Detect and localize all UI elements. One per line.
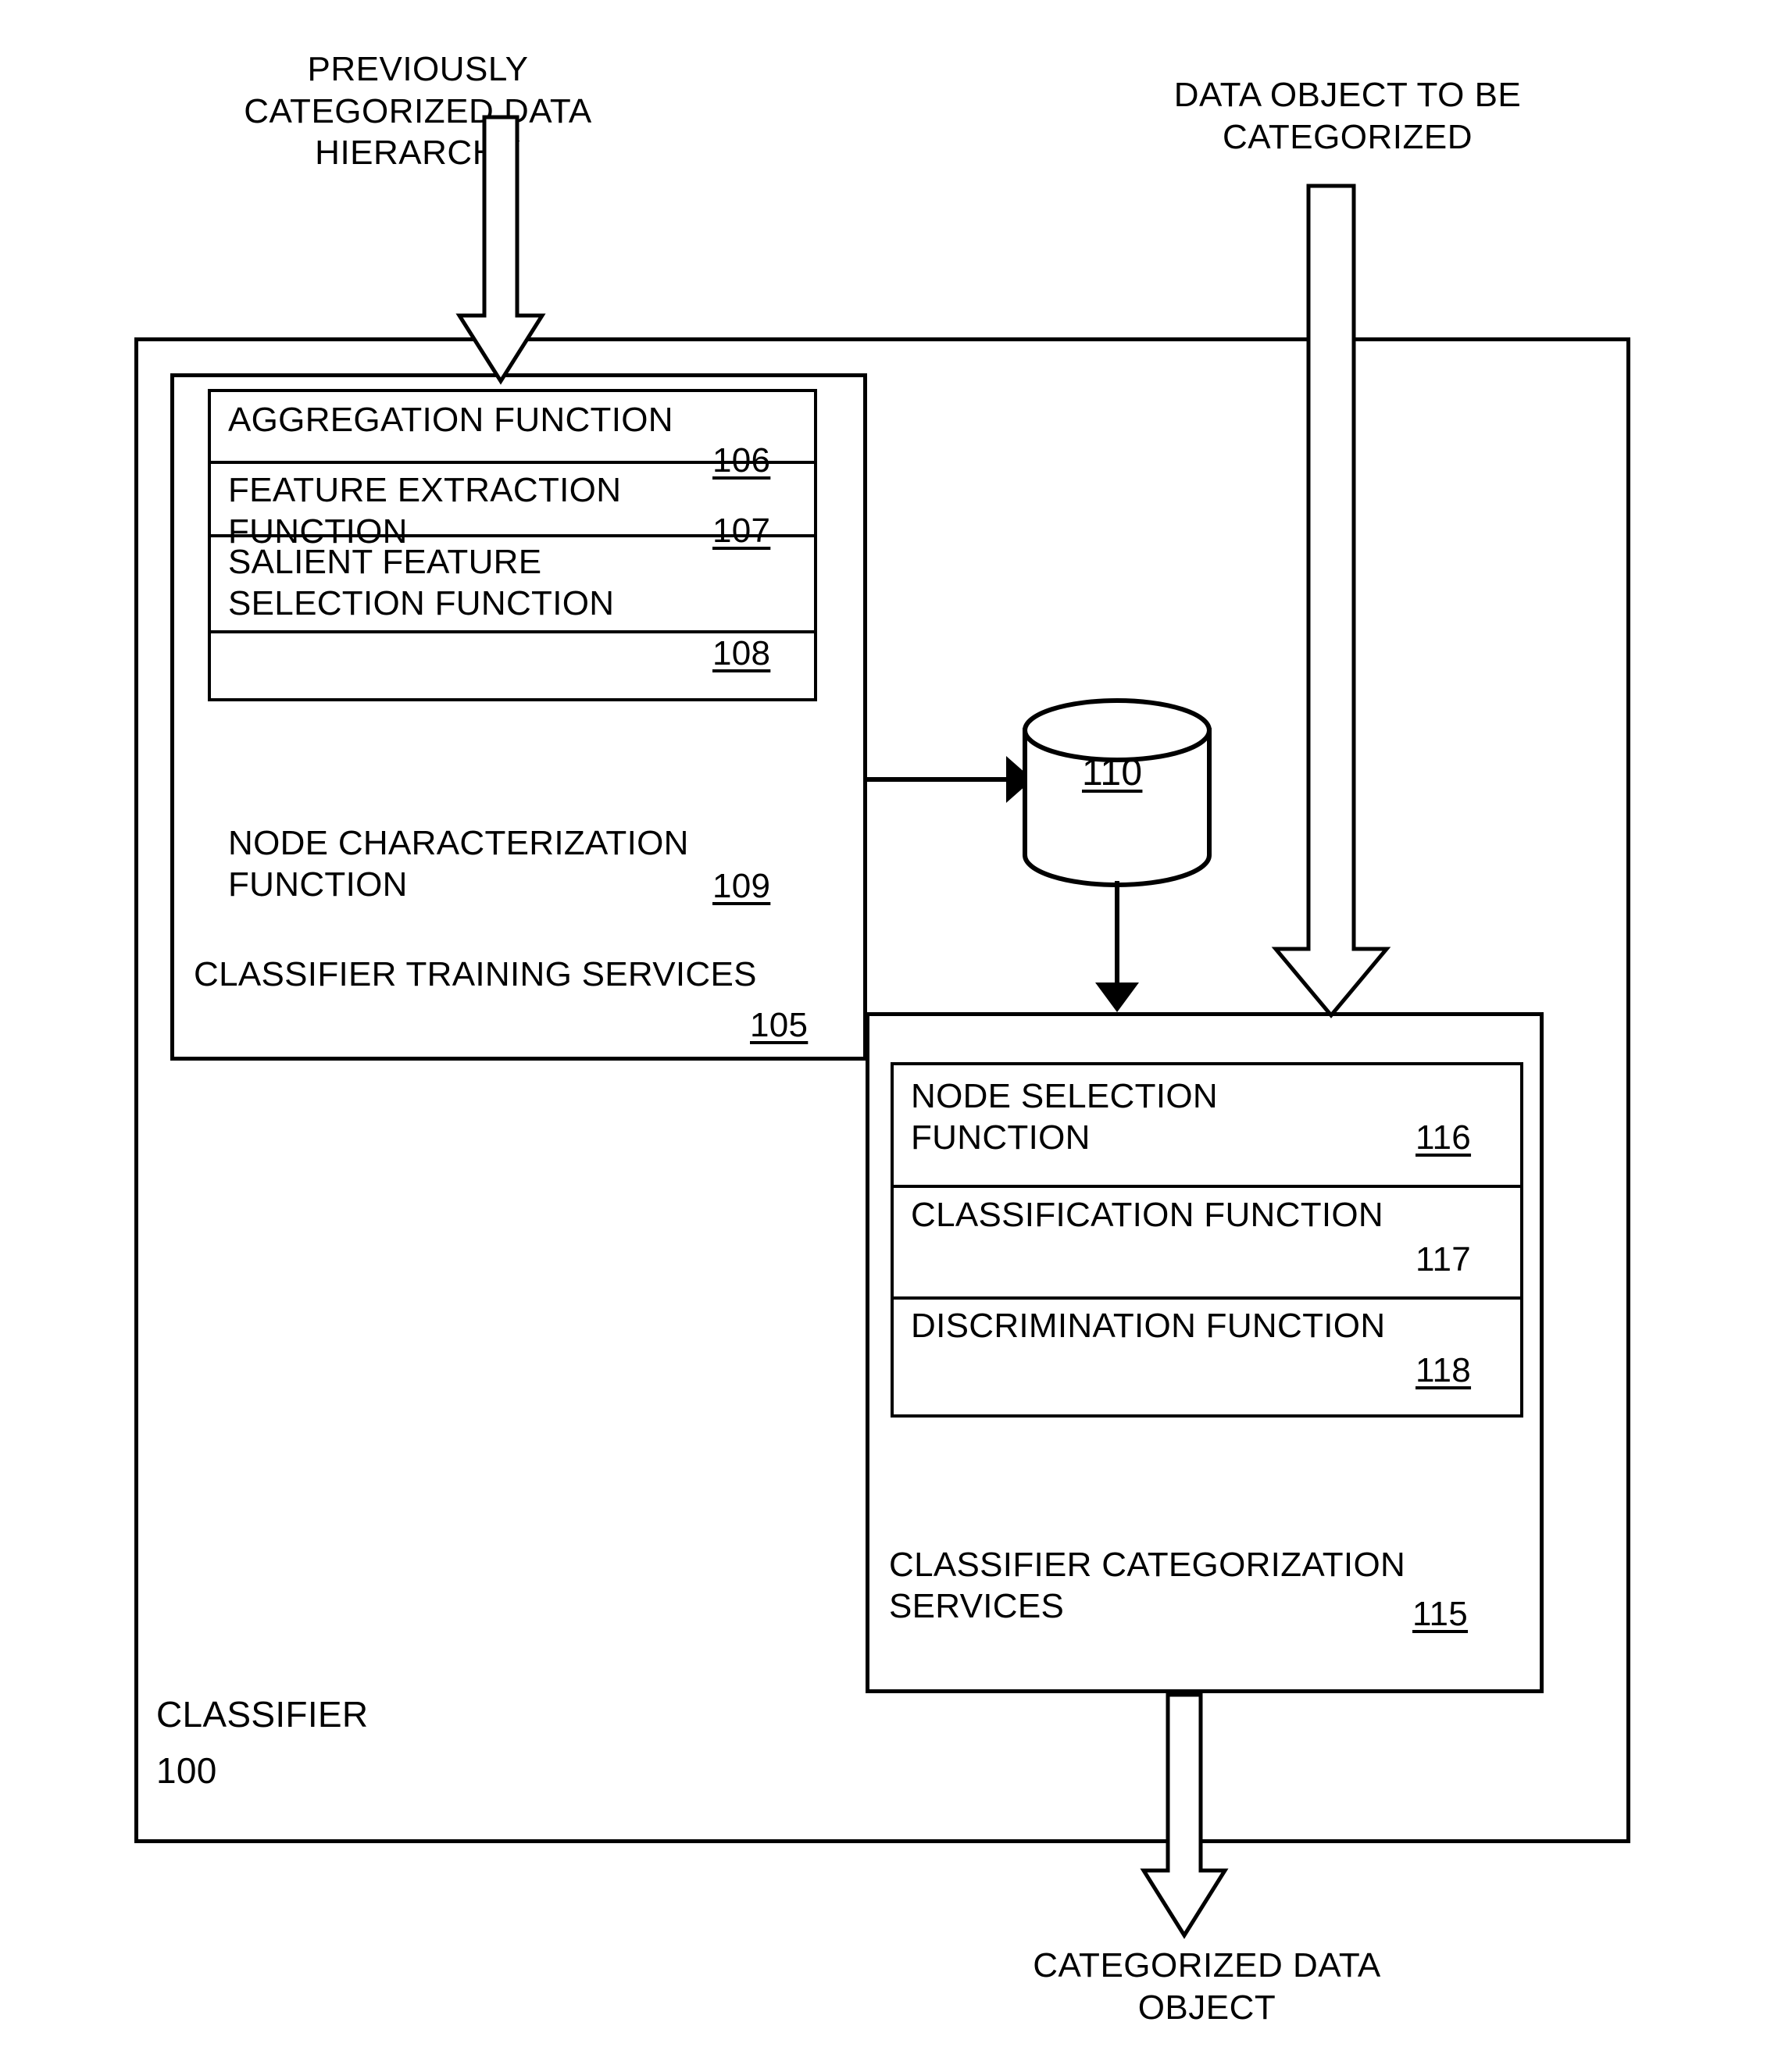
output-arrow (1140, 1692, 1229, 1939)
datastore-ref: 110 (1082, 752, 1143, 793)
connector-overlay (455, 115, 1391, 1939)
datastore-to-categorization-arrow (1095, 881, 1139, 1012)
object-input-arrow (1271, 184, 1391, 1018)
patent-figure: PREVIOUSLY CATEGORIZED DATA HIERARCHY DA… (0, 0, 1785, 2072)
training-to-datastore-arrow (867, 756, 1033, 803)
training-input-arrow (455, 115, 546, 385)
